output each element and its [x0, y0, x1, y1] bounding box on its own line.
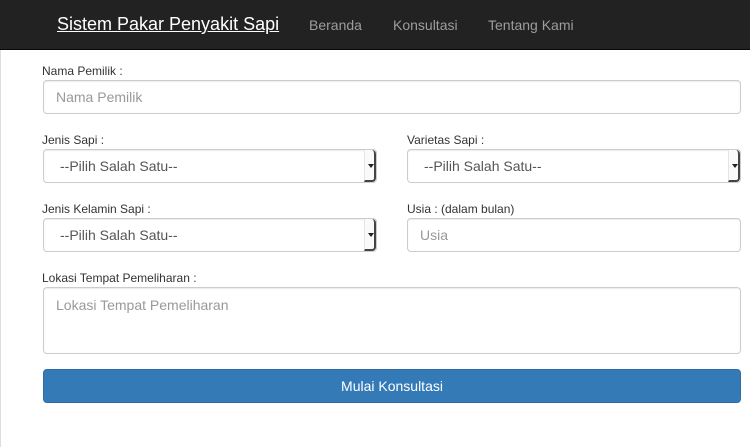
nav-link-tentang-kami[interactable]: Tentang Kami	[488, 16, 574, 34]
cow-type-select[interactable]: --Pilih Salah Satu--	[43, 149, 377, 183]
owner-name-label: Nama Pemilik :	[42, 64, 123, 78]
sex-label: Jenis Kelamin Sapi :	[42, 202, 151, 216]
cow-type-selected-value: --Pilih Salah Satu--	[60, 158, 178, 174]
chevron-down-icon	[364, 219, 376, 251]
cow-type-label: Jenis Sapi :	[42, 133, 105, 147]
variety-select[interactable]: --Pilih Salah Satu--	[407, 149, 741, 183]
sex-selected-value: --Pilih Salah Satu--	[60, 227, 178, 243]
nav-link-beranda[interactable]: Beranda	[309, 16, 362, 34]
location-label: Lokasi Tempat Pemeliharan :	[42, 271, 197, 285]
consultation-form: Nama Pemilik : Jenis Sapi : --Pilih Sala…	[0, 50, 750, 447]
age-label: Usia : (dalam bulan)	[407, 202, 515, 216]
chevron-down-icon	[728, 150, 740, 182]
start-consultation-button[interactable]: Mulai Konsultasi	[43, 369, 741, 403]
variety-selected-value: --Pilih Salah Satu--	[424, 158, 542, 174]
nav-link-konsultasi[interactable]: Konsultasi	[393, 16, 458, 34]
owner-name-input[interactable]	[43, 80, 741, 114]
sex-select[interactable]: --Pilih Salah Satu--	[43, 218, 377, 252]
variety-label: Varietas Sapi :	[407, 133, 485, 147]
chevron-down-icon	[364, 150, 376, 182]
location-textarea[interactable]	[43, 287, 741, 354]
age-input[interactable]	[407, 218, 741, 252]
brand-link[interactable]: Sistem Pakar Penyakit Sapi	[57, 13, 279, 35]
top-navbar: Sistem Pakar Penyakit Sapi Beranda Konsu…	[0, 0, 750, 50]
